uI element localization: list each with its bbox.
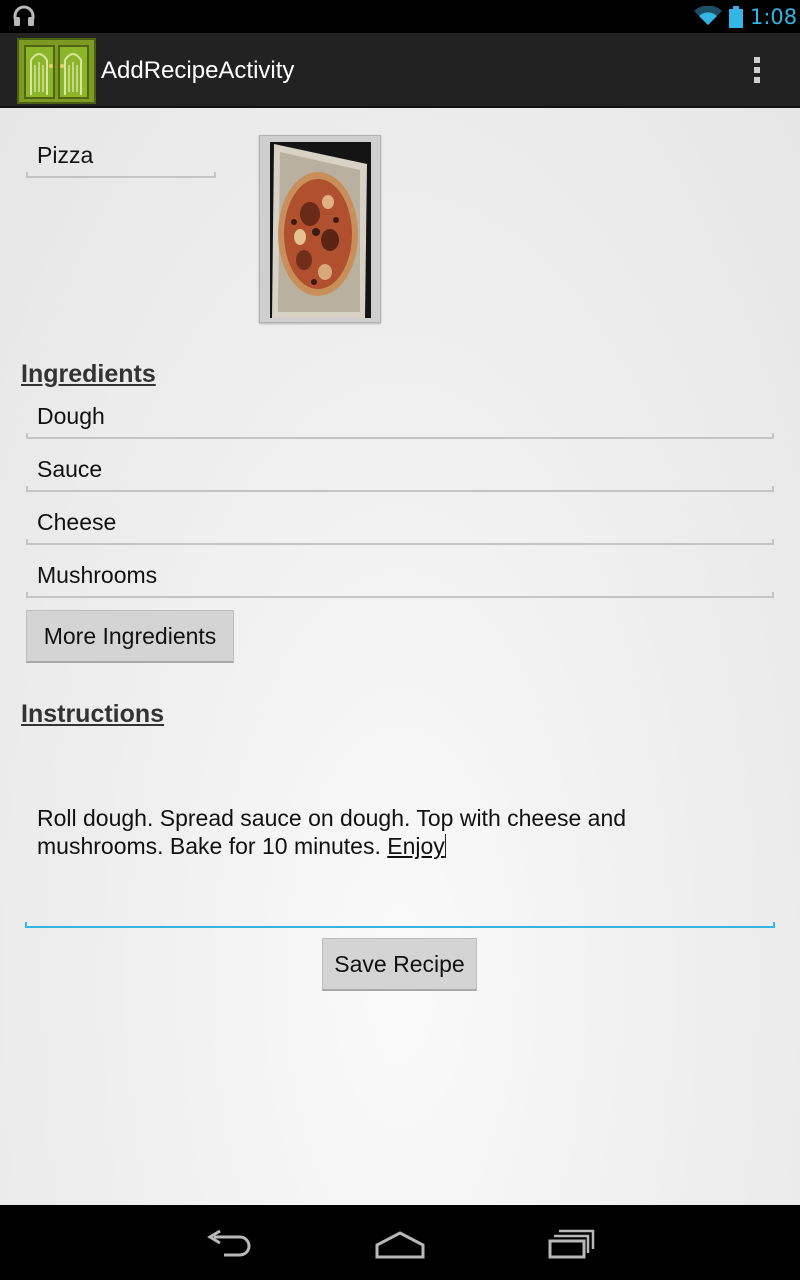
pizza-photo (270, 142, 371, 318)
more-ingredients-button[interactable]: More Ingredients (26, 610, 234, 663)
instructions-heading: Instructions (21, 700, 165, 728)
add-recipe-form: Pizza Ingredients Dough Sauce Cheese Mus… (0, 108, 800, 1205)
back-icon[interactable] (200, 1227, 260, 1261)
headset-icon (12, 5, 36, 32)
recipe-name-value: Pizza (37, 142, 94, 168)
text-cursor (444, 834, 446, 858)
ingredient-field[interactable]: Dough (26, 395, 774, 439)
recent-apps-icon[interactable] (543, 1227, 603, 1261)
recipe-photo-button[interactable] (259, 135, 381, 323)
status-clock: 1:08 (750, 5, 798, 29)
instructions-text: Roll dough. Spread sauce on dough. Top w… (37, 805, 627, 859)
ingredient-value: Sauce (37, 456, 103, 482)
ingredient-value: Dough (37, 403, 105, 429)
ingredient-field[interactable]: Cheese (26, 501, 774, 545)
action-bar: AddRecipeActivity (0, 33, 800, 108)
composing-text: Enjoy (387, 833, 445, 859)
ingredient-value: Mushrooms (37, 562, 158, 588)
ingredient-value: Cheese (37, 509, 117, 535)
navigation-bar (0, 1205, 800, 1280)
overflow-menu-icon[interactable] (746, 57, 768, 89)
wifi-icon (694, 5, 722, 31)
recipe-name-field[interactable]: Pizza (26, 134, 216, 178)
app-launcher-icon[interactable] (17, 38, 96, 104)
instructions-field[interactable]: Roll dough. Spread sauce on dough. Top w… (25, 792, 775, 928)
ingredients-heading: Ingredients (21, 360, 156, 388)
home-icon[interactable] (370, 1227, 430, 1261)
battery-icon (729, 6, 743, 33)
save-recipe-button[interactable]: Save Recipe (322, 938, 477, 991)
ingredient-field[interactable]: Mushrooms (26, 554, 774, 598)
status-bar: 1:08 (0, 0, 800, 33)
ingredient-field[interactable]: Sauce (26, 448, 774, 492)
screen-title: AddRecipeActivity (101, 57, 295, 84)
